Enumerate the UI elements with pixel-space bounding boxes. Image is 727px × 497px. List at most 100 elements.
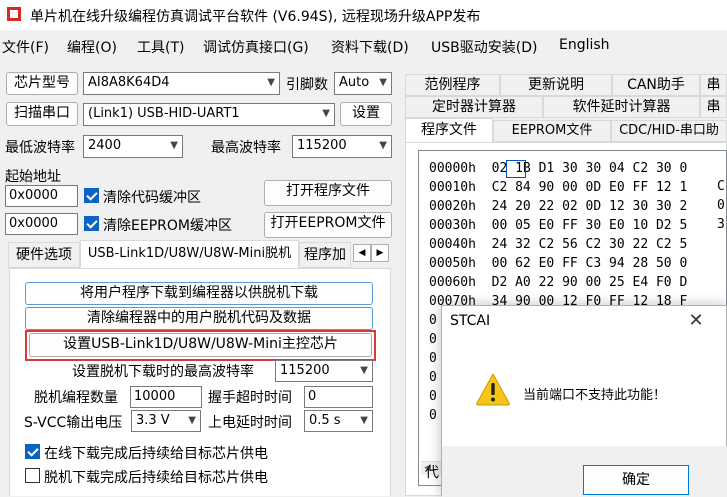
min-baud-select[interactable]: 2400 ▼ (83, 135, 183, 158)
pin-count-value: Auto (339, 75, 370, 90)
pin-count-select[interactable]: Auto ▼ (334, 72, 392, 95)
window-title: 单片机在线升级编程仿真调试平台软件 (V6.94S), 远程现场升级APP发布 (30, 9, 481, 25)
dialog-title: STCAI (450, 313, 491, 329)
power-on-delay-value: 0.5 s (309, 413, 341, 428)
chevron-down-icon: ▼ (188, 415, 196, 426)
menu-downloads[interactable]: 资料下载(D) (331, 37, 409, 57)
hex-row: 00010h C2 84 90 00 0D E0 FF 12 1 (429, 180, 688, 195)
hex-row: 00020h 24 20 22 02 0D 12 30 30 2 (429, 199, 688, 214)
online-keep-power-label: 在线下载完成后持续给目标芯片供电 (44, 446, 268, 462)
message-dialog: STCAI ✕ 当前端口不支持此功能！ 确定 (441, 305, 727, 497)
chevron-down-icon: ▼ (379, 77, 387, 88)
hex-row: 00000h 02 1B D1 30 30 04 C2 30 0 (429, 161, 688, 176)
tab-scroll-left-icon[interactable]: ◀ (353, 244, 371, 262)
menu-bar: 文件(F) 编程(O) 工具(T) 调试仿真接口(G) 资料下载(D) USB驱… (0, 34, 727, 58)
start-address-label: 起始地址 (5, 169, 61, 185)
chevron-down-icon: ▼ (379, 140, 387, 151)
tab-delay-calculator[interactable]: 软件延时计算器 (543, 96, 700, 118)
svcc-voltage-value: 3.3 V (136, 413, 170, 428)
settings-button[interactable]: 设置 (340, 102, 392, 126)
handshake-timeout-input[interactable]: 0 (304, 386, 373, 408)
chevron-down-icon: ▼ (267, 77, 275, 88)
menu-file[interactable]: 文件(F) (2, 37, 49, 57)
chevron-down-icon: ▼ (322, 108, 330, 119)
offline-max-baud-label: 设置脱机下载时的最高波特率 (72, 364, 254, 380)
offline-count-input[interactable]: 10000 (130, 386, 202, 408)
offline-max-baud-select[interactable]: 115200 ▼ (275, 360, 373, 382)
close-icon[interactable]: ✕ (686, 310, 706, 331)
open-program-file-button[interactable]: 打开程序文件 (264, 180, 392, 206)
clear-code-buffer-checkbox[interactable] (84, 188, 99, 203)
offline-keep-power-checkbox[interactable] (25, 468, 40, 483)
title-bar: 单片机在线升级编程仿真调试平台软件 (V6.94S), 远程现场升级APP发布 (0, 0, 727, 30)
open-eeprom-file-button[interactable]: 打开EEPROM文件 (264, 212, 392, 238)
offline-max-baud-value: 115200 (280, 363, 330, 378)
tab-release-notes[interactable]: 更新说明 (500, 74, 612, 96)
chevron-down-icon: ▼ (170, 140, 178, 151)
tab-program-file[interactable]: 程序文件 (405, 118, 493, 143)
hex-row: 0 (429, 370, 437, 385)
tab-cdc-hid-serial[interactable]: CDC/HID-串口助 (611, 120, 727, 142)
set-master-chip-button[interactable]: 设置USB-Link1D/U8W/U8W-Mini主控芯片 (29, 333, 372, 357)
hex-row: 00040h 24 32 C2 56 C2 30 22 C2 5 (429, 237, 688, 252)
chevron-down-icon: ▼ (360, 365, 368, 376)
hex-row: 0 (429, 351, 437, 366)
scan-port-button[interactable]: 扫描串口 (6, 102, 78, 126)
menu-debug-interface[interactable]: 调试仿真接口(G) (203, 37, 309, 57)
hex-row: 00060h D2 A0 22 90 00 25 E4 F0 D (429, 275, 688, 290)
hex-row: 0 (429, 313, 437, 328)
download-to-programmer-button[interactable]: 将用户程序下载到编程器以供脱机下载 (25, 282, 373, 305)
menu-usb-driver[interactable]: USB驱动安装(D) (431, 37, 537, 57)
tab-usb-link1d-offline[interactable]: USB-Link1D/U8W/U8W-Mini脱机 (80, 240, 299, 268)
power-on-delay-select[interactable]: 0.5 s ▼ (304, 410, 373, 432)
menu-program[interactable]: 编程(O) (67, 37, 117, 57)
code-start-address-input[interactable]: 0x0000 (5, 185, 78, 207)
hex-row: 0 (429, 389, 437, 404)
online-keep-power-checkbox[interactable] (25, 444, 40, 459)
hex-row: 0 (429, 332, 437, 347)
tab-serial-1[interactable]: 串 (700, 74, 727, 96)
hex-side-col: C (717, 179, 725, 194)
max-baud-select[interactable]: 115200 ▼ (292, 135, 392, 158)
hex-side-col: 3 (717, 217, 725, 232)
tab-sample-programs[interactable]: 范例程序 (405, 74, 500, 96)
tab-timer-calculator[interactable]: 定时器计算器 (405, 96, 543, 118)
warning-icon (476, 372, 510, 406)
port-value: (Link1) USB-HID-UART1 (88, 106, 240, 121)
menu-tools[interactable]: 工具(T) (137, 37, 184, 57)
tab-scroll-right-icon[interactable]: ▶ (371, 244, 389, 262)
tab-hardware-options[interactable]: 硬件选项 (8, 242, 80, 268)
app-icon (7, 7, 21, 21)
handshake-timeout-label: 握手超时时间 (208, 390, 292, 406)
chevron-down-icon: ▼ (360, 415, 368, 426)
menu-english[interactable]: English (559, 37, 610, 53)
clear-offline-code-button[interactable]: 清除编程器中的用户脱机代码及数据 (25, 307, 373, 330)
tab-program-encrypt[interactable]: 程序加 (299, 242, 351, 268)
dialog-message: 当前端口不支持此功能！ (523, 388, 667, 403)
min-baud-label: 最低波特率 (5, 140, 75, 156)
chip-model-select[interactable]: AI8A8K64D4 ▼ (83, 72, 280, 95)
right-bottom-label: 代 (425, 465, 439, 481)
min-baud-value: 2400 (88, 138, 122, 153)
chip-model-value: AI8A8K64D4 (88, 75, 170, 90)
tab-serial-2[interactable]: 串 (700, 96, 727, 118)
clear-eeprom-buffer-label: 清除EEPROM缓冲区 (103, 218, 232, 234)
chip-model-button[interactable]: 芯片型号 (6, 72, 78, 95)
hex-row: 00030h 00 05 E0 FF 30 E0 10 D2 5 (429, 218, 688, 233)
tab-can-helper[interactable]: CAN助手 (612, 74, 700, 96)
clear-code-buffer-label: 清除代码缓冲区 (103, 190, 201, 206)
max-baud-value: 115200 (297, 138, 347, 153)
hex-side-col: 0 (717, 198, 725, 213)
pin-count-label: 引脚数 (286, 77, 328, 93)
offline-keep-power-label: 脱机下载完成后持续给目标芯片供电 (44, 470, 268, 486)
hex-cursor (506, 160, 526, 178)
power-on-delay-label: 上电延时时间 (208, 415, 292, 431)
eeprom-start-address-input[interactable]: 0x0000 (5, 213, 78, 235)
svcc-voltage-select[interactable]: 3.3 V ▼ (131, 410, 201, 432)
tab-eeprom-file[interactable]: EEPROM文件 (493, 120, 611, 142)
offline-count-label: 脱机编程数量 (34, 390, 118, 406)
svcc-voltage-label: S-VCC输出电压 (24, 415, 123, 431)
clear-eeprom-buffer-checkbox[interactable] (84, 216, 99, 231)
port-select[interactable]: (Link1) USB-HID-UART1 ▼ (83, 103, 335, 126)
ok-button[interactable]: 确定 (583, 465, 689, 495)
